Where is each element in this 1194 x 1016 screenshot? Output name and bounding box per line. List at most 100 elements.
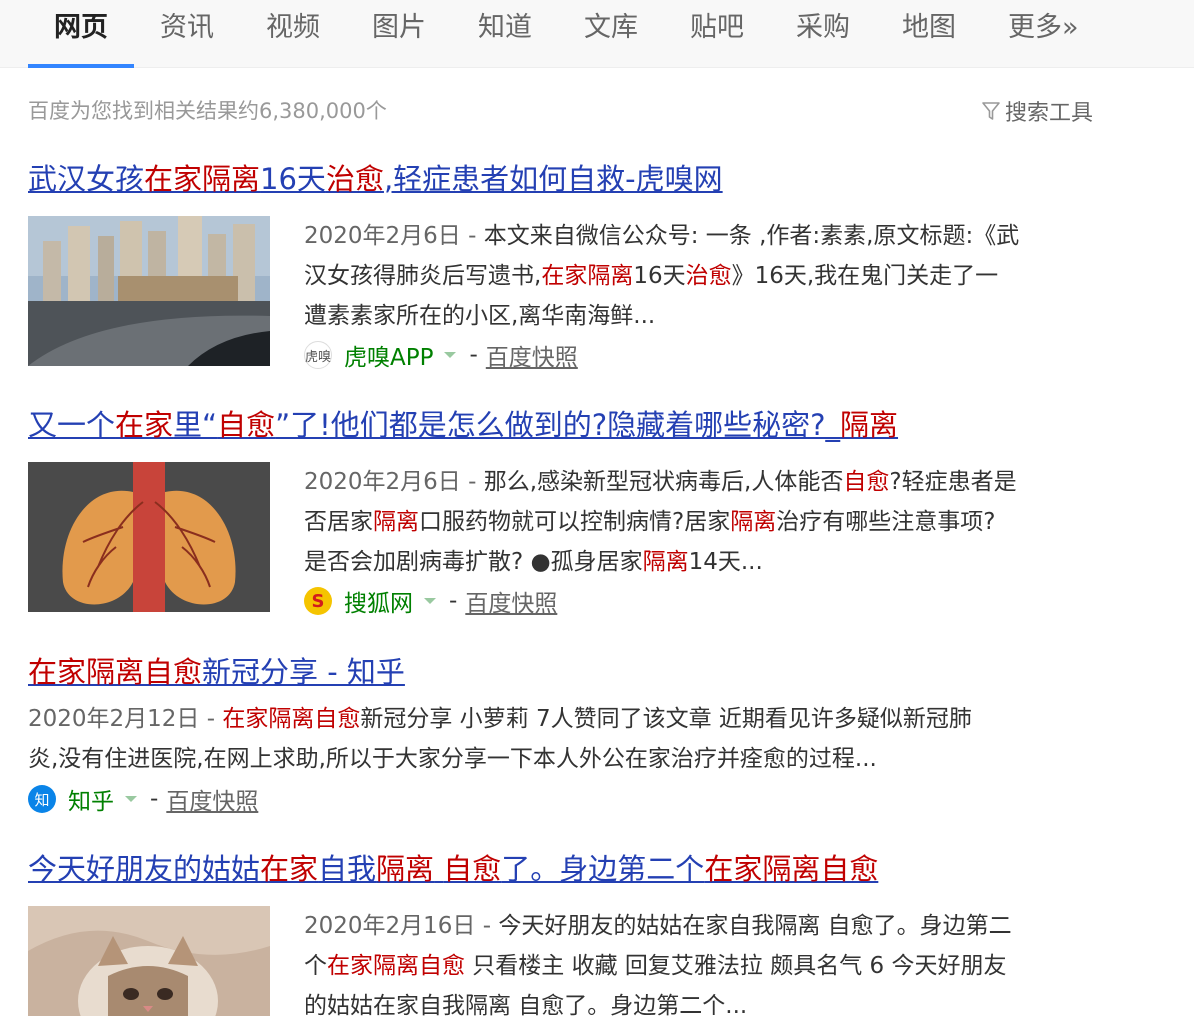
search-result: 武汉女孩在家隔离16天治愈,轻症患者如何自救-虎嗅网 2020年2月6日 - 本… — [28, 160, 1108, 372]
highlighted-keyword: 自愈 — [443, 852, 502, 886]
highlighted-keyword: 在家 — [260, 852, 319, 886]
cat-photo-image — [28, 906, 270, 1016]
highlighted-keyword: 在家隔离自愈 — [704, 852, 879, 886]
tab-images[interactable]: 图片 — [346, 0, 452, 68]
tab-map[interactable]: 地图 — [876, 0, 982, 68]
text-segment: 个 — [304, 953, 327, 979]
text-segment: 本文来自微信公众号: 一条 ,作者:素素,原文标题:《武 — [483, 223, 1020, 249]
lungs-illustration-image — [28, 462, 270, 612]
text-segment: 》16天,我在鬼门关走了一 — [731, 263, 999, 289]
huxiu-logo-icon: 虎嗅 — [304, 341, 332, 369]
filter-icon — [982, 102, 1000, 120]
text-segment — [434, 852, 443, 886]
highlighted-keyword: 隔离 — [840, 408, 899, 442]
baidu-snapshot-link[interactable]: 百度快照 — [486, 338, 578, 372]
separator: - — [150, 786, 159, 812]
result-thumbnail[interactable] — [28, 462, 270, 612]
highlighted-keyword: 在家隔离 — [541, 263, 634, 289]
text-segment: 里“ — [173, 408, 218, 442]
text-segment: ”了!他们都是怎么做到的?隐藏着哪些秘密?_ — [275, 408, 841, 442]
text-segment: 只看楼主 收藏 回复艾雅法拉 颇具名气 6 今天好朋友 — [465, 953, 1007, 979]
text-segment: 的姑姑在家自我隔离 自愈了。身边第二个... — [304, 993, 748, 1016]
tab-tieba[interactable]: 贴吧 — [664, 0, 770, 68]
tab-zhidao[interactable]: 知道 — [452, 0, 558, 68]
source-name-link[interactable]: 知乎 — [68, 782, 114, 816]
text-segment: 16天 — [633, 263, 686, 289]
result-title-link[interactable]: 在家隔离自愈新冠分享 - 知乎 — [28, 653, 1108, 691]
date-separator: - — [460, 469, 484, 495]
highlighted-keyword: 自愈 — [217, 408, 276, 442]
result-abstract: 2020年2月16日 - 今天好朋友的姑姑在家自我隔离 自愈了。身边第二 个在家隔… — [304, 906, 1104, 1016]
source-name-link[interactable]: 搜狐网 — [344, 584, 413, 618]
baidu-snapshot-link[interactable]: 百度快照 — [465, 584, 557, 618]
highlighted-keyword: 治愈 — [325, 162, 384, 196]
tab-news[interactable]: 资讯 — [134, 0, 240, 68]
tab-video[interactable]: 视频 — [240, 0, 346, 68]
text-segment: 今天好朋友的姑姑 — [28, 852, 261, 886]
separator: - — [449, 588, 458, 614]
search-tools-button[interactable]: 搜索工具 — [981, 95, 1093, 127]
date-separator: - — [199, 706, 223, 732]
highlighted-keyword: 在家隔离自愈 — [327, 953, 465, 979]
text-segment: 武汉女孩 — [28, 162, 145, 196]
date-separator: - — [475, 913, 499, 939]
result-source-line: 知 知乎 - 百度快照 — [28, 782, 258, 816]
text-segment: 了。身边第二个 — [501, 852, 705, 886]
tab-more[interactable]: 更多» — [982, 0, 1105, 68]
chevron-down-icon[interactable] — [124, 794, 138, 804]
result-thumbnail[interactable] — [28, 906, 270, 1016]
date-separator: - — [460, 223, 484, 249]
search-result: 又一个在家里“自愈”了!他们都是怎么做到的?隐藏着哪些秘密?_隔离 2020年2… — [28, 406, 1108, 618]
source-name-link[interactable]: 虎嗅APP — [344, 338, 433, 372]
text-segment: 治疗有哪些注意事项? — [776, 509, 996, 535]
result-title-link[interactable]: 又一个在家里“自愈”了!他们都是怎么做到的?隐藏着哪些秘密?_隔离 — [28, 406, 1108, 444]
chevron-down-icon[interactable] — [443, 350, 457, 360]
highlighted-keyword: 在家 — [115, 408, 174, 442]
text-segment: 那么,感染新型冠状病毒后,人体能否 — [483, 469, 844, 495]
text-segment: 又一个 — [28, 408, 116, 442]
highlighted-keyword: 治愈 — [685, 263, 732, 289]
zhihu-logo-icon: 知 — [28, 785, 56, 813]
highlighted-keyword: 在家隔离自愈 — [222, 706, 361, 732]
result-date: 2020年2月16日 — [304, 913, 476, 939]
search-tabs-bar: 网页 资讯 视频 图片 知道 文库 贴吧 采购 地图 更多» — [0, 0, 1194, 68]
sohu-logo-icon: S — [304, 587, 332, 615]
search-result: 在家隔离自愈新冠分享 - 知乎 2020年2月12日 - 在家隔离自愈新冠分享 … — [28, 653, 1108, 823]
tab-purchase[interactable]: 采购 — [770, 0, 876, 68]
text-segment: 新冠分享 - 知乎 — [202, 655, 405, 689]
highlighted-keyword: 自愈 — [843, 469, 890, 495]
result-title-link[interactable]: 今天好朋友的姑姑在家自我隔离 自愈了。身边第二个在家隔离自愈 — [28, 850, 1108, 888]
result-date: 2020年2月6日 — [304, 469, 461, 495]
result-abstract: 2020年2月6日 - 本文来自微信公众号: 一条 ,作者:素素,原文标题:《武… — [304, 216, 1104, 336]
search-tabs: 网页 资讯 视频 图片 知道 文库 贴吧 采购 地图 更多» — [28, 0, 1105, 68]
highlighted-keyword: 隔离 — [730, 509, 777, 535]
text-segment: ,轻症患者如何自救-虎嗅网 — [383, 162, 723, 196]
result-title-link[interactable]: 武汉女孩在家隔离16天治愈,轻症患者如何自救-虎嗅网 — [28, 160, 1108, 198]
text-segment: 16天 — [260, 162, 326, 196]
result-abstract: 2020年2月6日 - 那么,感染新型冠状病毒后,人体能否自愈?轻症患者是否居家… — [304, 462, 1104, 582]
highlighted-keyword: 在家隔离自愈 — [28, 655, 203, 689]
text-segment: 新冠分享 小萝莉 7人赞同了该文章 近期看见许多疑似新冠肺 — [360, 706, 972, 732]
result-date: 2020年2月12日 — [28, 706, 200, 732]
result-thumbnail[interactable] — [28, 216, 270, 366]
result-count: 百度为您找到相关结果约6,380,000个 — [28, 99, 387, 123]
tab-web[interactable]: 网页 — [28, 0, 134, 68]
search-tools-label: 搜索工具 — [1005, 101, 1094, 126]
result-abstract: 2020年2月12日 - 在家隔离自愈新冠分享 小萝莉 7人赞同了该文章 近期看… — [28, 699, 1108, 779]
highlighted-keyword: 隔离 — [376, 852, 435, 886]
text-segment: 自我 — [318, 852, 377, 886]
text-segment: 14天... — [688, 549, 763, 575]
text-segment: 否居家 — [304, 509, 373, 535]
result-source-line: 虎嗅 虎嗅APP - 百度快照 — [304, 338, 578, 372]
chevron-down-icon[interactable] — [423, 596, 437, 606]
tab-wenku[interactable]: 文库 — [558, 0, 664, 68]
separator: - — [469, 342, 478, 368]
text-segment: 汉女孩得肺炎后写遗书, — [304, 263, 542, 289]
search-result: 今天好朋友的姑姑在家自我隔离 自愈了。身边第二个在家隔离自愈 2020年2月16… — [28, 850, 1108, 1016]
text-segment: ?轻症患者是 — [889, 469, 1017, 495]
baidu-snapshot-link[interactable]: 百度快照 — [166, 782, 258, 816]
highlighted-keyword: 在家隔离 — [144, 162, 261, 196]
text-segment: 是否会加剧病毒扩散? ●孤身居家 — [304, 549, 643, 575]
result-date: 2020年2月6日 — [304, 223, 461, 249]
result-source-line: S 搜狐网 - 百度快照 — [304, 584, 557, 618]
